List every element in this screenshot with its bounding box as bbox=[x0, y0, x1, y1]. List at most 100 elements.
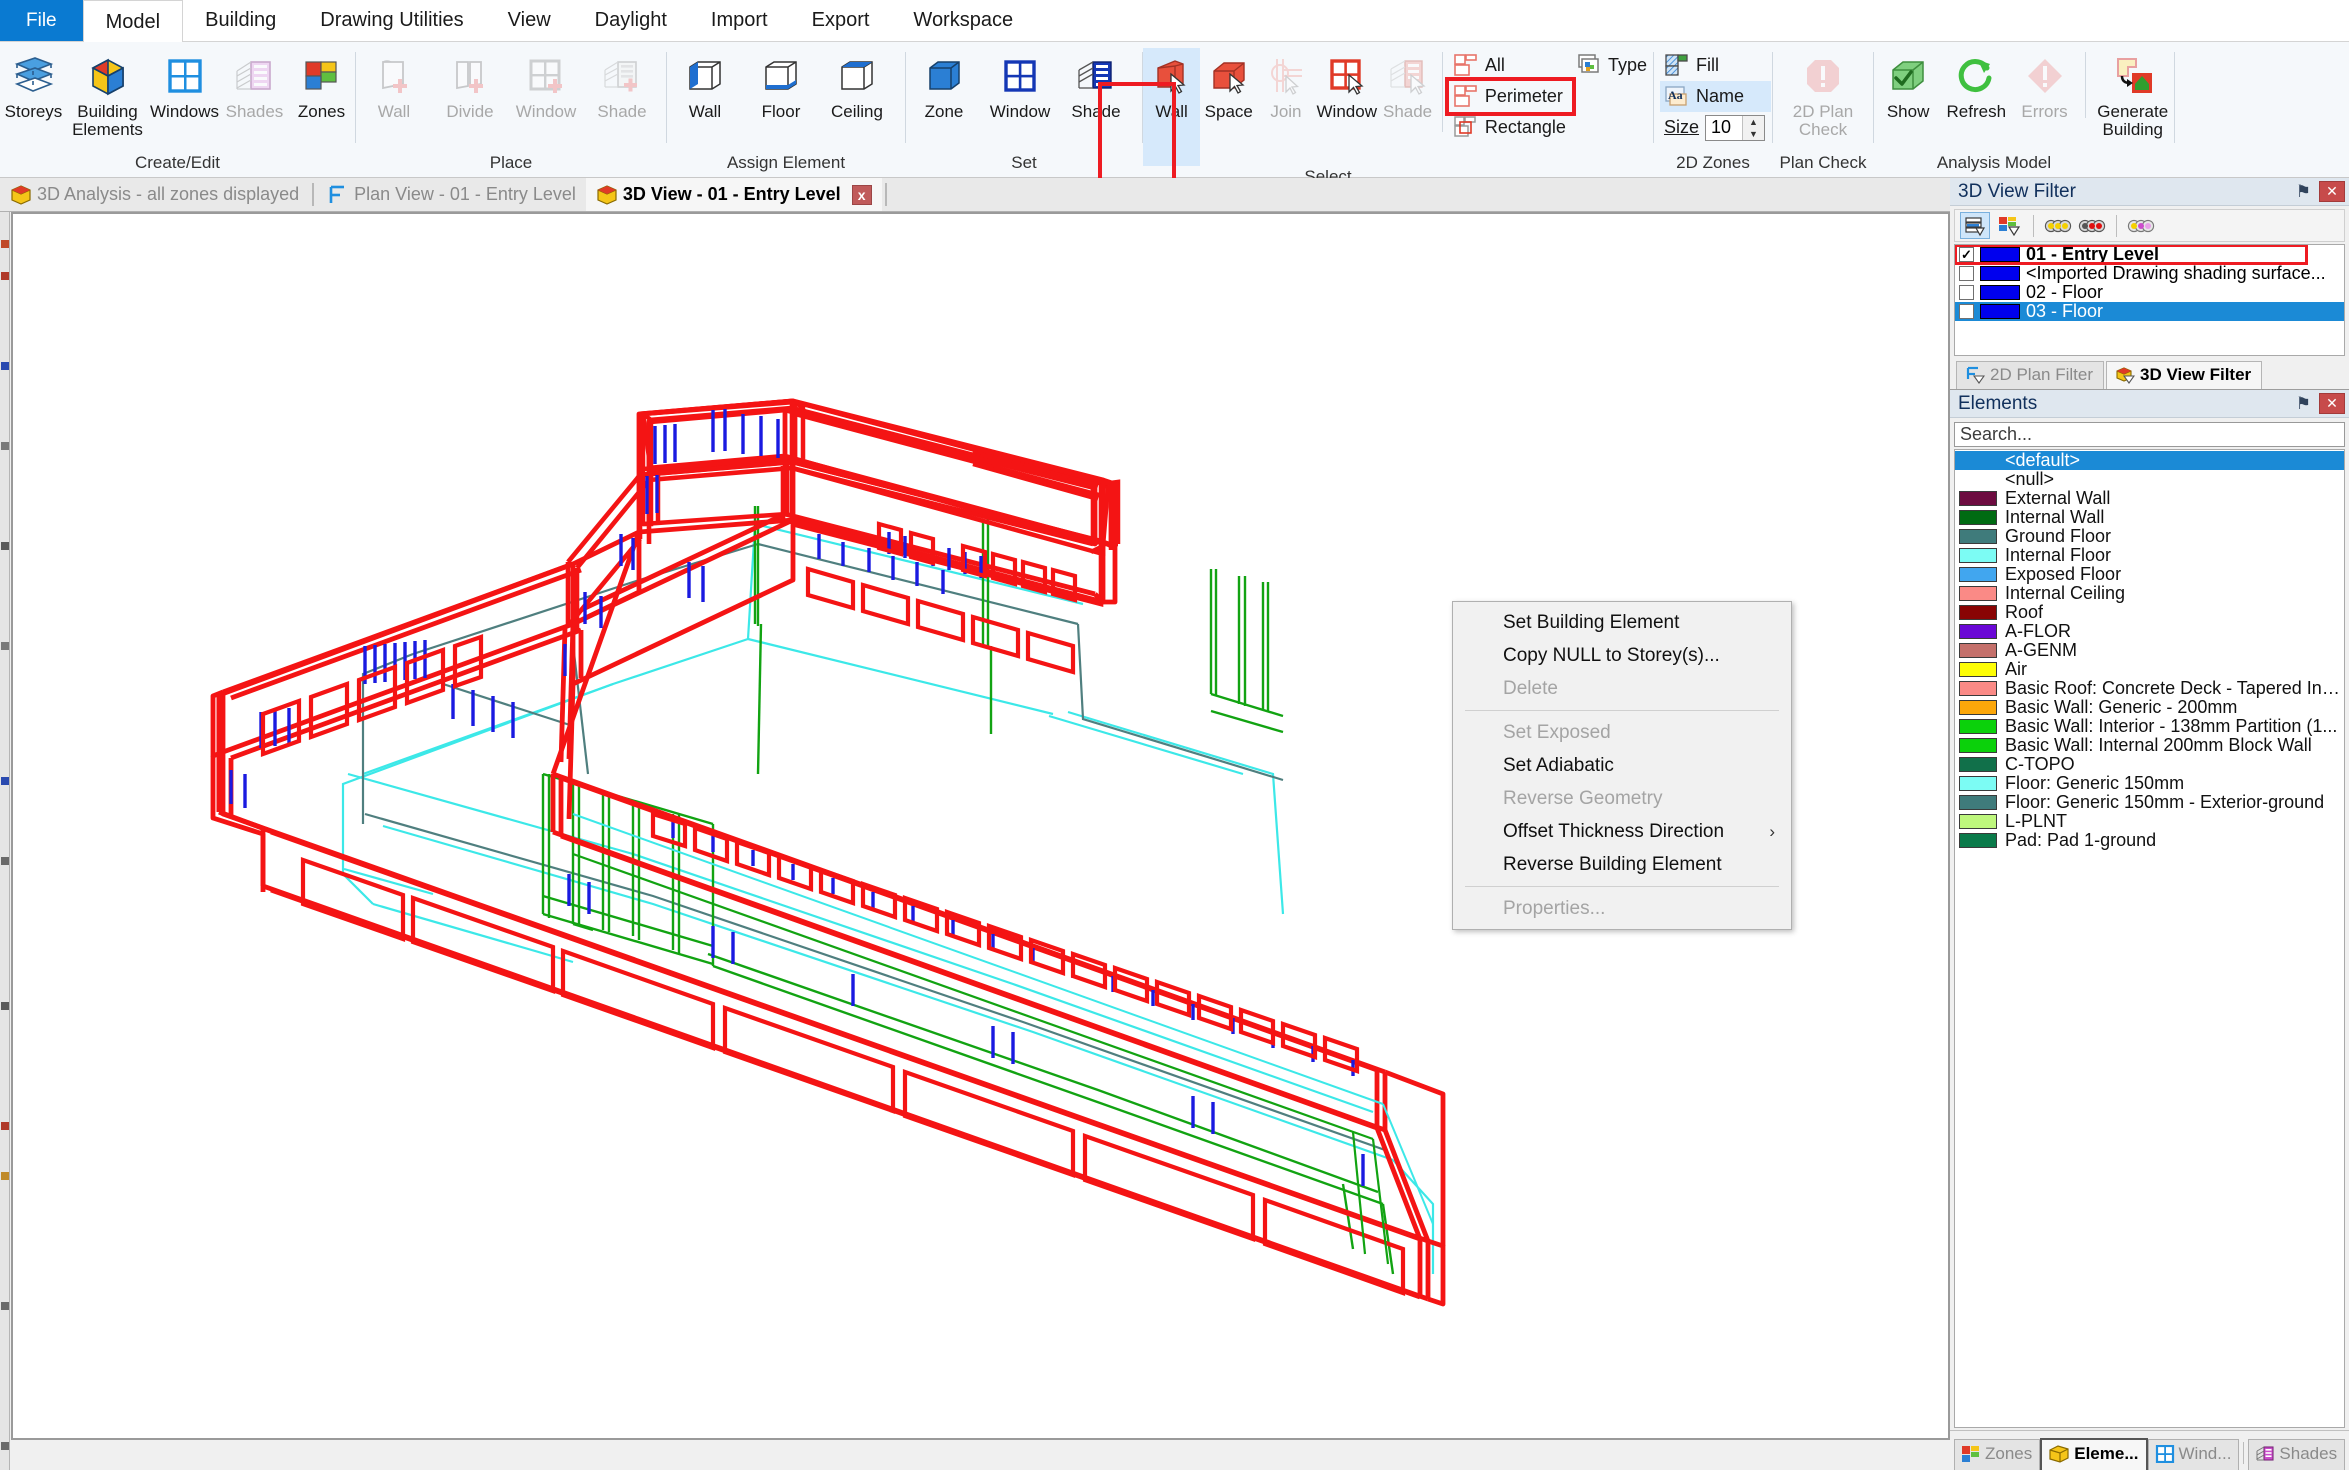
list-item[interactable]: C-TOPO bbox=[1955, 754, 2344, 774]
document-tab-3d-view[interactable]: 3D View - 01 - Entry Level x bbox=[585, 178, 882, 211]
list-item[interactable]: Air bbox=[1955, 659, 2344, 679]
size-value[interactable]: 10 bbox=[1706, 116, 1742, 140]
checkbox-unchecked[interactable] bbox=[1959, 266, 1974, 281]
tab-3d-view-filter[interactable]: 3D View Filter bbox=[2105, 361, 2263, 389]
ribbon-tab-daylight[interactable]: Daylight bbox=[573, 0, 689, 41]
close-icon[interactable]: ✕ bbox=[2319, 393, 2345, 414]
ribbon-button-set-zone[interactable]: Zone bbox=[906, 48, 982, 121]
ribbon-button-select-window[interactable]: Window bbox=[1315, 48, 1379, 121]
checkbox-unchecked[interactable] bbox=[1959, 304, 1974, 319]
ribbon-tab-building[interactable]: Building bbox=[183, 0, 298, 41]
ribbon-button-select-perimeter[interactable]: Perimeter bbox=[1444, 77, 1576, 116]
ribbon-button-name[interactable]: Aa Name bbox=[1660, 81, 1772, 112]
rail-icon-6[interactable] bbox=[1, 642, 9, 650]
rail-icon-7[interactable] bbox=[1, 777, 9, 785]
list-item[interactable]: Ground Floor bbox=[1955, 526, 2344, 546]
ribbon-button-select-wall[interactable]: Wall bbox=[1143, 48, 1201, 166]
list-item[interactable]: Basic Wall: Interior - 138mm Partition (… bbox=[1955, 716, 2344, 736]
pin-icon[interactable]: ⚑ bbox=[2288, 182, 2319, 202]
ribbon-button-generate-building[interactable]: Generate Building bbox=[2092, 48, 2174, 139]
list-item[interactable]: Floor: Generic 150mm - Exterior-ground bbox=[1955, 792, 2344, 812]
pin-icon[interactable]: ⚑ bbox=[2288, 394, 2319, 414]
document-tab-plan-view[interactable]: Plan View - 01 - Entry Level bbox=[317, 178, 586, 211]
list-item[interactable]: Pad: Pad 1-ground bbox=[1955, 830, 2344, 850]
rail-icon-8[interactable] bbox=[1, 857, 9, 865]
size-stepper[interactable]: ▲ ▼ bbox=[1742, 115, 1765, 140]
ribbon-button-assign-wall[interactable]: Wall bbox=[667, 48, 743, 121]
ribbon-button-set-window[interactable]: Window bbox=[982, 48, 1058, 121]
ribbon-tab-view[interactable]: View bbox=[486, 0, 573, 41]
ribbon-size-control[interactable]: Size 10 ▲ ▼ bbox=[1660, 112, 1771, 143]
rail-icon-12[interactable] bbox=[1, 1302, 9, 1310]
traffic-lights-red-icon[interactable] bbox=[2077, 212, 2107, 239]
rail-icon-11[interactable] bbox=[1, 1172, 9, 1180]
ribbon-button-building-elements[interactable]: Building Elements bbox=[67, 48, 148, 139]
ribbon-button-assign-ceiling[interactable]: Ceiling bbox=[819, 48, 895, 121]
list-item[interactable]: A-GENM bbox=[1955, 640, 2344, 660]
ribbon-button-refresh[interactable]: Refresh bbox=[1942, 48, 2010, 121]
ribbon-tab-file[interactable]: File bbox=[0, 0, 83, 41]
list-item[interactable]: Internal Ceiling bbox=[1955, 583, 2344, 603]
list-item[interactable]: Roof bbox=[1955, 602, 2344, 622]
traffic-lights-magenta-icon[interactable] bbox=[2126, 212, 2156, 239]
rail-icon-5[interactable] bbox=[1, 542, 9, 550]
rail-icon-4[interactable] bbox=[1, 442, 9, 450]
list-item[interactable]: <default> bbox=[1955, 450, 2344, 470]
tab-2d-plan-filter[interactable]: 2D Plan Filter bbox=[1956, 361, 2104, 389]
ribbon-button-select-rectangle[interactable]: Rectangle bbox=[1449, 112, 1572, 143]
ribbon-button-show[interactable]: Show bbox=[1874, 48, 1942, 121]
context-menu[interactable]: Set Building Element Copy NULL to Storey… bbox=[1452, 601, 1792, 930]
rail-icon-2[interactable] bbox=[1, 272, 9, 280]
elements-list[interactable]: <default> <null> External Wall Internal … bbox=[1954, 449, 2345, 1428]
ribbon-tab-import[interactable]: Import bbox=[689, 0, 790, 41]
filter-row-02-floor[interactable]: 02 - Floor bbox=[1955, 282, 2344, 302]
filter-row-03-floor[interactable]: 03 - Floor bbox=[1955, 301, 2344, 321]
ribbon-button-windows[interactable]: Windows bbox=[148, 48, 221, 121]
tab-zones[interactable]: Zones bbox=[1954, 1439, 2041, 1470]
element-filter-icon[interactable] bbox=[1994, 212, 2024, 239]
list-item[interactable]: <null> bbox=[1955, 469, 2344, 489]
left-toolbar-rail[interactable] bbox=[0, 212, 10, 1470]
rail-icon-9[interactable] bbox=[1, 1002, 9, 1010]
rail-icon-1[interactable] bbox=[1, 240, 9, 248]
list-item[interactable]: Basic Wall: Generic - 200mm bbox=[1955, 697, 2344, 717]
ribbon-button-select-all[interactable]: All bbox=[1449, 50, 1572, 81]
list-item[interactable]: External Wall bbox=[1955, 488, 2344, 508]
ribbon-button-zones[interactable]: Zones bbox=[288, 48, 355, 121]
ribbon-button-assign-floor[interactable]: Floor bbox=[743, 48, 819, 121]
filter-row-entry-level[interactable]: ✓ 01 - Entry Level bbox=[1955, 245, 2308, 265]
ribbon-tab-workspace[interactable]: Workspace bbox=[891, 0, 1035, 41]
list-item[interactable]: L-PLNT bbox=[1955, 811, 2344, 831]
list-item[interactable]: A-FLOR bbox=[1955, 621, 2344, 641]
context-menu-item-set-building-element[interactable]: Set Building Element bbox=[1453, 606, 1791, 639]
tab-shades[interactable]: Shades bbox=[2248, 1439, 2346, 1470]
close-icon[interactable]: x bbox=[851, 184, 872, 205]
search-input[interactable]: Search... bbox=[1954, 422, 2345, 447]
checkbox-unchecked[interactable] bbox=[1959, 285, 1974, 300]
filter-storey-list[interactable]: ✓ 01 - Entry Level <Imported Drawing sha… bbox=[1954, 244, 2345, 356]
rail-icon-13[interactable] bbox=[1, 1442, 9, 1450]
checkbox-checked[interactable]: ✓ bbox=[1959, 247, 1974, 262]
list-item[interactable]: Floor: Generic 150mm bbox=[1955, 773, 2344, 793]
rail-icon-3[interactable] bbox=[1, 362, 9, 370]
storey-filter-icon[interactable] bbox=[1960, 212, 1990, 239]
context-menu-item-set-adiabatic[interactable]: Set Adiabatic bbox=[1453, 749, 1791, 782]
list-item[interactable]: Basic Wall: Internal 200mm Block Wall bbox=[1955, 735, 2344, 755]
ribbon-tab-export[interactable]: Export bbox=[790, 0, 892, 41]
context-menu-item-copy-null-to-storeys[interactable]: Copy NULL to Storey(s)... bbox=[1453, 639, 1791, 672]
close-icon[interactable]: ✕ bbox=[2319, 181, 2345, 202]
context-menu-item-offset-thickness-direction[interactable]: Offset Thickness Direction › bbox=[1453, 815, 1791, 848]
ribbon-button-fill[interactable]: Fill bbox=[1660, 50, 1771, 81]
tab-elements[interactable]: Eleme... bbox=[2040, 1438, 2148, 1470]
list-item[interactable]: Exposed Floor bbox=[1955, 564, 2344, 584]
list-item[interactable]: Internal Floor bbox=[1955, 545, 2344, 565]
ribbon-button-set-shade[interactable]: Shade bbox=[1058, 48, 1134, 121]
list-item[interactable]: Internal Wall bbox=[1955, 507, 2344, 527]
ribbon-button-storeys[interactable]: Storeys bbox=[0, 48, 67, 121]
tab-windows[interactable]: Wind... bbox=[2147, 1439, 2240, 1470]
filter-row-imported-drawing[interactable]: <Imported Drawing shading surface... bbox=[1955, 263, 2344, 283]
list-item[interactable]: Basic Roof: Concrete Deck - Tapered Ins.… bbox=[1955, 678, 2344, 698]
document-tab-3d-analysis[interactable]: 3D Analysis - all zones displayed bbox=[0, 178, 309, 211]
ribbon-button-select-space[interactable]: Space bbox=[1200, 48, 1257, 121]
ribbon-tab-drawing-utilities[interactable]: Drawing Utilities bbox=[298, 0, 485, 41]
